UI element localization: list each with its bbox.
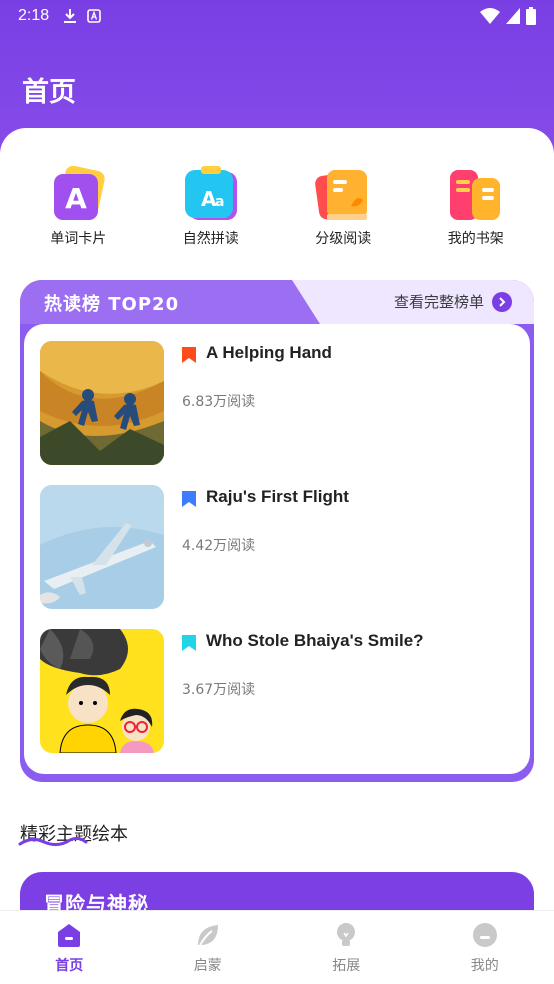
quick-access-row: A 单词卡片 A a 自然拼读 分级阅读 我的书架 (0, 166, 554, 248)
wifi-icon (480, 8, 500, 24)
phonics-icon: A a (184, 166, 237, 220)
tab-label: 首页 (55, 958, 84, 974)
page-title: 首页 (22, 77, 76, 108)
tab-label: 我的 (470, 958, 499, 974)
bulb-icon (337, 923, 356, 946)
tab-enlightenment[interactable]: 启蒙 (139, 911, 278, 984)
ranking-book-item[interactable]: A Helping Hand 6.83万阅读 (40, 341, 514, 465)
bottom-tab-bar: 首页 启蒙 拓展 我的 (0, 910, 554, 984)
quick-item-phonics[interactable]: A a 自然拼读 (156, 166, 266, 248)
book-cover-image (40, 341, 164, 465)
home-icon (58, 924, 81, 947)
book-cover-image (40, 485, 164, 609)
chevron-right-icon (492, 291, 512, 312)
bookmark-icon (182, 491, 196, 507)
app-notification-icon (87, 9, 101, 23)
ranking-list: A Helping Hand 6.83万阅读 Raju's First Flig… (24, 324, 530, 774)
quick-item-graded-reading[interactable]: 分级阅读 (288, 166, 398, 248)
ranking-header: 热读榜 TOP20 查看完整榜单 (20, 280, 534, 324)
bookmark-icon (182, 635, 196, 651)
quick-item-word-cards[interactable]: A 单词卡片 (23, 166, 133, 248)
svg-text:a: a (215, 194, 224, 210)
hot-reading-ranking: 热读榜 TOP20 查看完整榜单 A Helping Hand 6.83万阅读 … (20, 280, 534, 782)
download-icon (64, 9, 77, 23)
book-title: Raju's First Flight (206, 487, 349, 506)
profile-icon (472, 923, 497, 947)
status-time: 2:18 (18, 7, 50, 24)
tab-expand[interactable]: 拓展 (277, 911, 416, 984)
quick-label: 自然拼读 (182, 231, 239, 247)
tab-profile[interactable]: 我的 (416, 911, 554, 984)
book-read-count: 3.67万阅读 (182, 682, 256, 698)
book-title: Who Stole Bhaiya's Smile? (206, 631, 424, 650)
view-full-ranking-link[interactable]: 查看完整榜单 (394, 291, 512, 312)
letter-a-icon: A (54, 166, 105, 220)
ranking-book-item[interactable]: Who Stole Bhaiya's Smile? 3.67万阅读 (40, 629, 514, 753)
tab-label: 启蒙 (193, 958, 222, 974)
bookmark-icon (182, 347, 196, 363)
book-cover-image (40, 629, 164, 753)
section-title-underline (18, 836, 88, 847)
graded-reading-icon (315, 170, 368, 220)
battery-icon (526, 7, 536, 25)
book-read-count: 4.42万阅读 (182, 538, 256, 554)
svg-text:A: A (65, 182, 87, 215)
leaf-icon (197, 925, 218, 946)
signal-icon (506, 8, 520, 24)
tab-label: 拓展 (332, 958, 361, 974)
quick-item-bookshelf[interactable]: 我的书架 (421, 166, 531, 248)
bookshelf-icon (449, 170, 500, 220)
quick-label: 单词卡片 (50, 231, 107, 247)
quick-label: 我的书架 (447, 231, 504, 247)
book-title: A Helping Hand (206, 343, 332, 362)
book-read-count: 6.83万阅读 (182, 394, 256, 410)
ranking-book-item[interactable]: Raju's First Flight 4.42万阅读 (40, 485, 514, 609)
tab-home[interactable]: 首页 (0, 911, 139, 984)
status-bar: 2:18 (0, 0, 554, 32)
quick-label: 分级阅读 (315, 231, 372, 247)
ranking-title: 热读榜 TOP20 (44, 294, 180, 315)
view-full-ranking-label: 查看完整榜单 (393, 293, 484, 311)
